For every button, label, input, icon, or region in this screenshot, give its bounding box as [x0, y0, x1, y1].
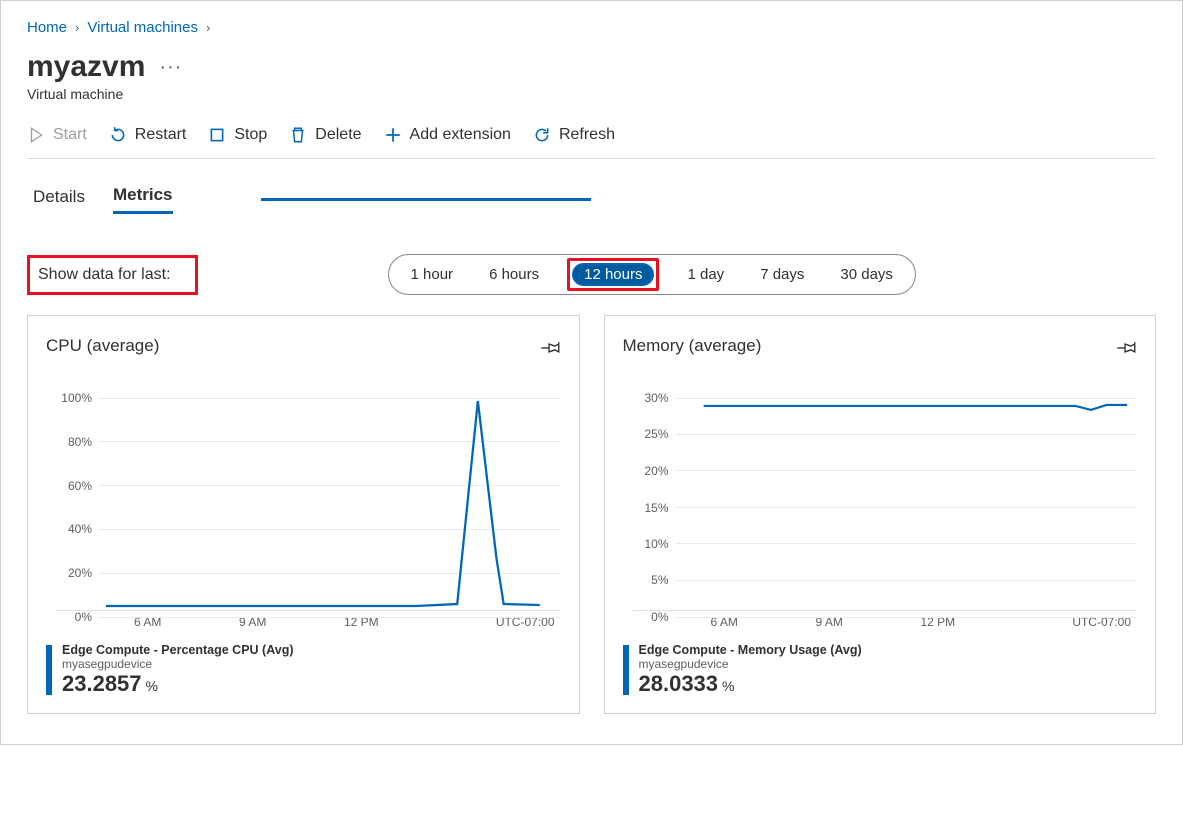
range-1hour[interactable]: 1 hour	[403, 264, 462, 285]
memory-series-label: Edge Compute - Memory Usage (Avg)	[639, 643, 862, 657]
memory-unit: %	[722, 678, 734, 694]
cpu-series-label: Edge Compute - Percentage CPU (Avg)	[62, 643, 294, 657]
legend-color-bar	[46, 645, 52, 695]
y-tick: 30%	[633, 391, 675, 405]
range-6hours[interactable]: 6 hours	[481, 264, 547, 285]
time-range-label: Show data for last:	[38, 266, 171, 283]
y-tick: 20%	[56, 566, 98, 580]
stop-button[interactable]: Stop	[208, 126, 267, 144]
y-tick: 20%	[633, 464, 675, 478]
chevron-right-icon: ›	[75, 20, 79, 35]
legend-color-bar	[623, 645, 629, 695]
plus-icon	[384, 126, 402, 144]
restart-icon	[109, 126, 127, 144]
memory-chart-title: Memory (average)	[623, 336, 762, 356]
y-tick: 25%	[633, 427, 675, 441]
memory-line	[683, 391, 1138, 610]
trash-icon	[289, 126, 307, 144]
y-tick: 0%	[56, 610, 98, 624]
more-button[interactable]: ···	[159, 57, 182, 77]
memory-device-label: myasegpudevice	[639, 657, 862, 671]
restart-label: Restart	[135, 126, 187, 144]
cpu-device-label: myasegpudevice	[62, 657, 294, 671]
time-range-selector: 1 hour 6 hours 12 hours 1 day 7 days 30 …	[388, 254, 916, 295]
y-tick: 80%	[56, 435, 98, 449]
refresh-button[interactable]: Refresh	[533, 126, 615, 144]
range-12hours[interactable]: 12 hours	[572, 263, 654, 286]
resource-type-label: Virtual machine	[27, 86, 1156, 102]
start-label: Start	[53, 126, 87, 144]
y-tick: 60%	[56, 479, 98, 493]
time-range-label-highlight: Show data for last:	[27, 255, 198, 295]
cpu-value: 23.2857	[62, 671, 142, 697]
y-tick: 40%	[56, 522, 98, 536]
range-1day[interactable]: 1 day	[679, 264, 732, 285]
cpu-chart-plot: 100% 80% 60% 40% 20% 0%	[56, 391, 561, 611]
y-tick: 15%	[633, 501, 675, 515]
cpu-line	[106, 391, 561, 610]
page-title: myazvm	[27, 50, 145, 84]
play-icon	[27, 126, 45, 144]
range-12hours-highlight: 12 hours	[567, 258, 659, 291]
pin-icon[interactable]	[539, 336, 561, 361]
memory-legend: Edge Compute - Memory Usage (Avg) myaseg…	[623, 643, 1138, 697]
restart-button[interactable]: Restart	[109, 126, 187, 144]
memory-metric-card: Memory (average) 30% 25% 20% 15% 10% 5% …	[604, 315, 1157, 714]
delete-label: Delete	[315, 126, 361, 144]
y-tick: 5%	[633, 573, 675, 587]
cpu-legend: Edge Compute - Percentage CPU (Avg) myas…	[46, 643, 561, 697]
delete-button[interactable]: Delete	[289, 126, 361, 144]
breadcrumb-vms[interactable]: Virtual machines	[87, 19, 198, 36]
stop-icon	[208, 126, 226, 144]
refresh-label: Refresh	[559, 126, 615, 144]
memory-value: 28.0333	[639, 671, 719, 697]
stop-label: Stop	[234, 126, 267, 144]
tab-metrics[interactable]: Metrics	[113, 185, 173, 214]
tab-details[interactable]: Details	[33, 187, 85, 213]
range-30days[interactable]: 30 days	[832, 264, 901, 285]
refresh-icon	[533, 126, 551, 144]
y-tick: 100%	[56, 391, 98, 405]
cpu-chart-title: CPU (average)	[46, 336, 159, 356]
cpu-unit: %	[146, 678, 158, 694]
y-tick: 10%	[633, 537, 675, 551]
breadcrumb-home[interactable]: Home	[27, 19, 67, 36]
add-extension-button[interactable]: Add extension	[384, 126, 511, 144]
pin-icon[interactable]	[1115, 336, 1137, 361]
memory-chart-plot: 30% 25% 20% 15% 10% 5% 0%	[633, 391, 1138, 611]
chevron-right-icon: ›	[206, 20, 210, 35]
y-tick: 0%	[633, 610, 675, 624]
breadcrumb: Home › Virtual machines ›	[27, 19, 1156, 36]
cpu-metric-card: CPU (average) 100% 80% 60% 40% 20% 0%	[27, 315, 580, 714]
start-button: Start	[27, 126, 87, 144]
tab-indicator-extra	[261, 198, 591, 201]
add-extension-label: Add extension	[410, 126, 511, 144]
range-7days[interactable]: 7 days	[752, 264, 812, 285]
